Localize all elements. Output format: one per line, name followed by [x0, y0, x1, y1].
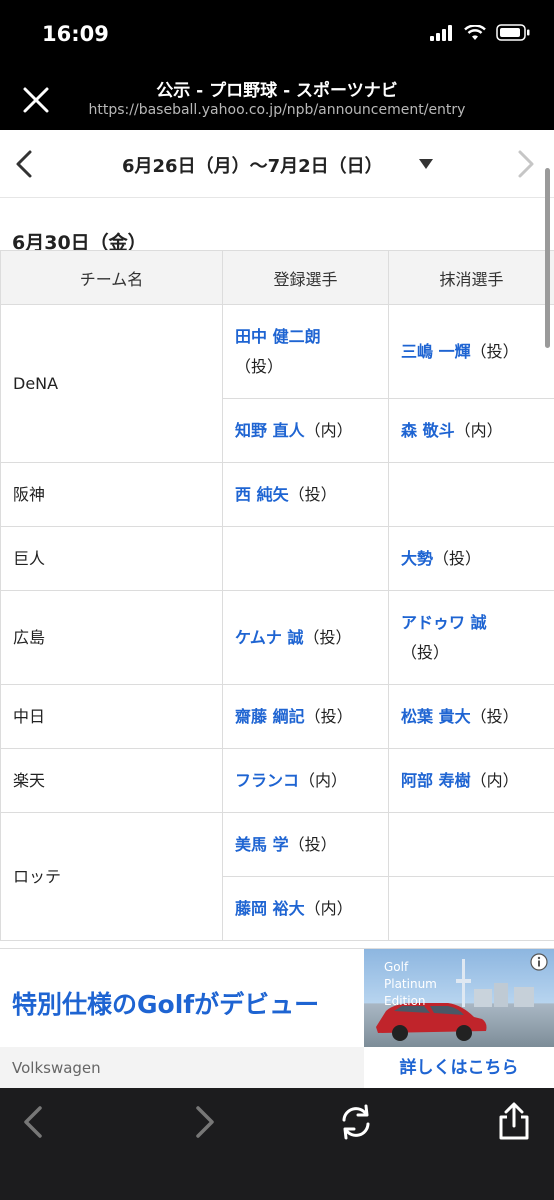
bottom-toolbar: [0, 1088, 554, 1200]
week-navigator: 6月26日（月）〜7月2日（日）: [0, 130, 554, 198]
table-row: 阪神 西 純矢（投）: [0, 462, 554, 527]
ad-banner[interactable]: 特別仕様のGolfがデビュー Volkswagen Golf Platinum …: [0, 948, 554, 1089]
deregistered-cell: 森 敬斗（内）: [388, 398, 554, 463]
ad-headline[interactable]: 特別仕様のGolfがデビュー: [12, 985, 319, 1021]
player-link[interactable]: ケムナ 誠: [235, 628, 303, 647]
player-link[interactable]: 阿部 寿樹: [401, 771, 471, 790]
chevron-right-icon[interactable]: [510, 148, 540, 180]
page-title: 公示 - プロ野球 - スポーツナビ: [156, 81, 398, 101]
registered-cell: 田中 健二朗 （投）: [222, 304, 389, 399]
ad-cta-button[interactable]: 詳しくはこちら: [364, 1047, 554, 1089]
player-link[interactable]: 松葉 貴大: [401, 707, 471, 726]
ad-image-line: Platinum: [384, 977, 437, 991]
registered-cell: 美馬 学（投）: [222, 812, 389, 877]
position-label: （投）: [235, 356, 284, 376]
ad-image-line: Golf: [384, 960, 409, 974]
registered-cell: 齋藤 綱記（投）: [222, 684, 389, 749]
team-name: DeNA: [0, 304, 223, 463]
forward-icon[interactable]: [184, 1102, 224, 1142]
back-icon[interactable]: [14, 1102, 54, 1142]
position-label: （内）: [304, 420, 353, 440]
ad-image-line: Edition: [384, 994, 426, 1008]
deregistered-cell: 三嶋 一輝（投）: [388, 304, 554, 399]
player-link[interactable]: 三嶋 一輝: [401, 342, 471, 361]
status-icons: [430, 24, 530, 41]
deregistered-cell: 松葉 貴大（投）: [388, 684, 554, 749]
player-link[interactable]: 美馬 学: [235, 835, 289, 854]
deregistered-cell: [388, 812, 554, 877]
roster-table: チーム名 登録選手 抹消選手 DeNA 田中 健二朗 （投） 三嶋 一輝（投） 知…: [0, 250, 554, 941]
status-time: 16:09: [42, 22, 109, 46]
position-label: （内）: [299, 770, 348, 790]
position-label: （内）: [454, 420, 503, 440]
team-name: 広島: [0, 590, 223, 685]
deregistered-cell: アドゥワ 誠 （投）: [388, 590, 554, 685]
deregistered-cell: [388, 462, 554, 527]
position-label: （内）: [304, 898, 353, 918]
chevron-left-icon[interactable]: [10, 148, 40, 180]
info-icon[interactable]: [530, 953, 548, 971]
player-link[interactable]: 西 純矢: [235, 485, 289, 504]
wifi-icon: [464, 24, 486, 40]
battery-icon: [496, 24, 530, 41]
player-link[interactable]: アドゥワ 誠: [401, 613, 487, 632]
player-link[interactable]: 藤岡 裕大: [235, 899, 305, 918]
registered-cell: フランコ（内）: [222, 748, 389, 813]
table-row: 広島 ケムナ 誠（投） アドゥワ 誠（投）: [0, 590, 554, 685]
status-bar: 16:09: [0, 0, 554, 66]
registered-cell: 知野 直人（内）: [222, 398, 389, 463]
team-name: 楽天: [0, 748, 223, 813]
team-name: ロッテ: [0, 812, 223, 941]
player-link[interactable]: フランコ: [235, 771, 299, 790]
scrollbar[interactable]: [545, 168, 550, 348]
position-label: （投）: [303, 627, 352, 647]
ad-image-caption: Golf Platinum Edition: [384, 959, 437, 1010]
signal-icon: [430, 24, 452, 41]
header-deregistered: 抹消選手: [388, 250, 554, 305]
position-label: （投）: [470, 706, 519, 726]
position-label: （投）: [288, 834, 337, 854]
header-registered: 登録選手: [222, 250, 389, 305]
registered-cell: [222, 526, 389, 591]
player-link[interactable]: 大勢: [401, 549, 433, 568]
player-link[interactable]: 田中 健二朗: [235, 327, 321, 346]
position-label: （投）: [288, 484, 337, 504]
table-row: 中日 齋藤 綱記（投） 松葉 貴大（投）: [0, 684, 554, 749]
registered-cell: 西 純矢（投）: [222, 462, 389, 527]
browser-header: 公示 - プロ野球 - スポーツナビ https://baseball.yaho…: [0, 66, 554, 130]
position-label: （内）: [470, 770, 519, 790]
ad-sponsor-bar: Volkswagen: [0, 1047, 364, 1089]
deregistered-cell: 阿部 寿樹（内）: [388, 748, 554, 813]
registered-cell: 藤岡 裕大（内）: [222, 876, 389, 941]
player-link[interactable]: 知野 直人: [235, 421, 305, 440]
table-row: ロッテ 美馬 学（投）: [0, 812, 554, 941]
team-name: 中日: [0, 684, 223, 749]
ad-sponsor: Volkswagen: [12, 1059, 101, 1077]
reload-icon[interactable]: [336, 1102, 376, 1142]
table-row: 巨人 大勢（投）: [0, 526, 554, 591]
page-content[interactable]: 6月26日（月）〜7月2日（日） 6月30日（金） チーム名 登録選手 抹消選手…: [0, 130, 554, 948]
page-url: https://baseball.yahoo.co.jp/npb/announc…: [88, 102, 466, 118]
table-row: 楽天 フランコ（内） 阿部 寿樹（内）: [0, 748, 554, 813]
player-link[interactable]: 齋藤 綱記: [235, 707, 305, 726]
registered-cell: ケムナ 誠（投）: [222, 590, 389, 685]
position-label: （投）: [304, 706, 353, 726]
position-label: （投）: [433, 548, 482, 568]
week-label[interactable]: 6月26日（月）〜7月2日（日）: [122, 152, 383, 178]
header-team: チーム名: [0, 250, 223, 305]
table-header-row: チーム名 登録選手 抹消選手: [0, 250, 554, 305]
position-label: （投）: [470, 341, 519, 361]
deregistered-cell: [388, 876, 554, 941]
team-name: 阪神: [0, 462, 223, 527]
share-icon[interactable]: [494, 1102, 534, 1142]
player-link[interactable]: 森 敬斗: [401, 421, 455, 440]
team-name: 巨人: [0, 526, 223, 591]
table-row: DeNA 田中 健二朗 （投） 三嶋 一輝（投）: [0, 304, 554, 463]
dropdown-icon[interactable]: [418, 158, 434, 170]
ad-image[interactable]: Golf Platinum Edition: [364, 949, 554, 1047]
deregistered-cell: 大勢（投）: [388, 526, 554, 591]
position-label: （投）: [401, 642, 450, 662]
